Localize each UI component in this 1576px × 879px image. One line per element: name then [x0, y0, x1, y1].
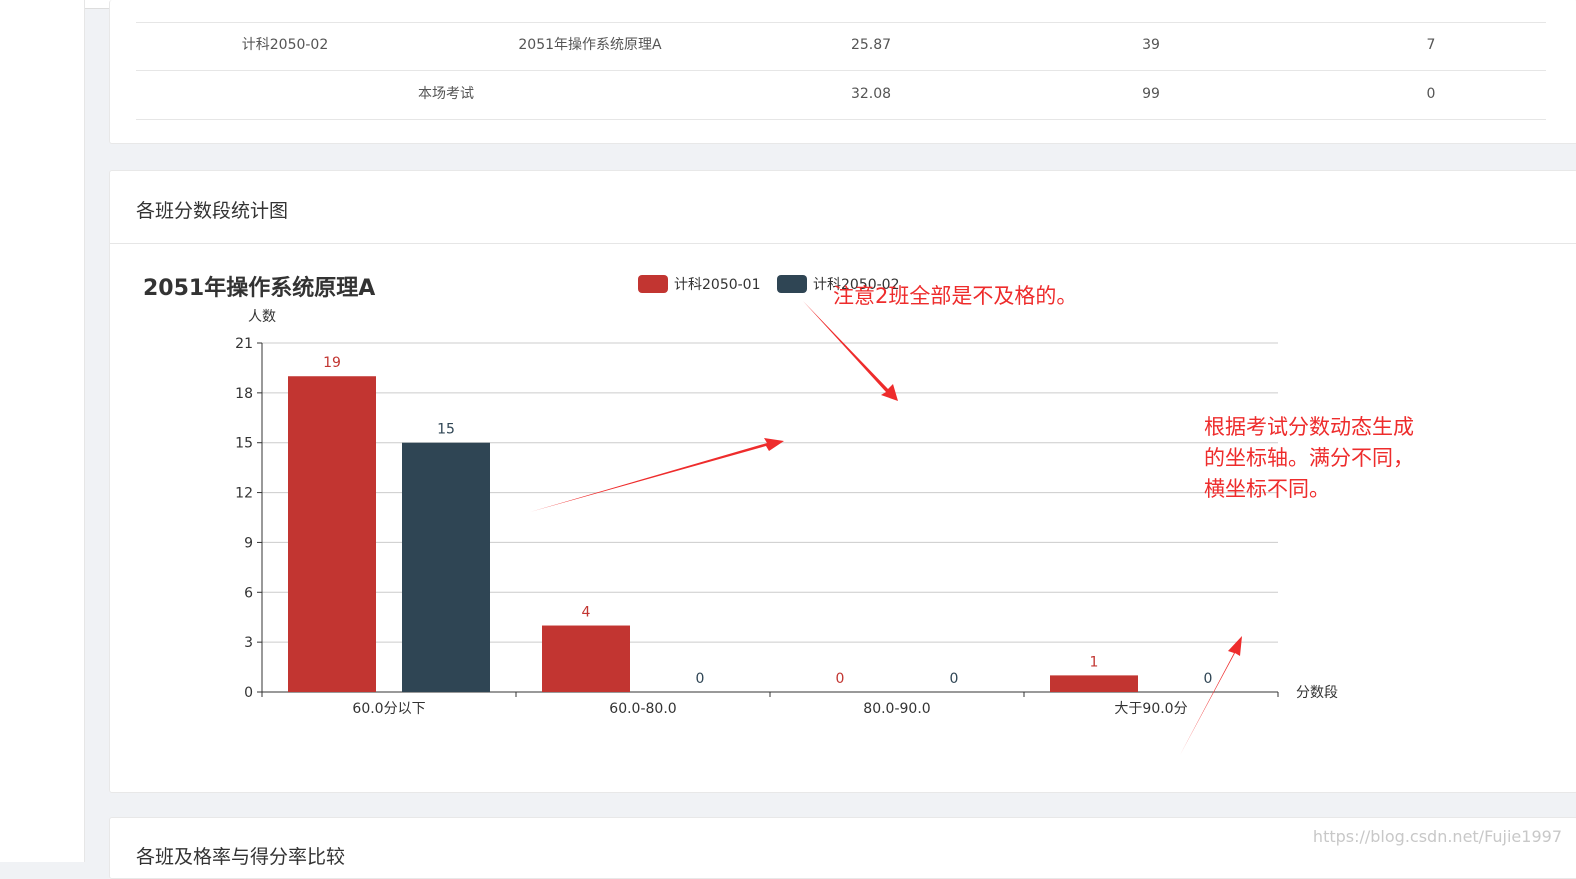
y-tick-label: 6 — [244, 585, 253, 601]
bar-value-label: 1 — [1090, 654, 1099, 670]
y-tick-label: 18 — [235, 386, 253, 402]
annotation-note-1: 注意2班全部是不及格的。 — [833, 284, 1078, 308]
annotation-line: 横坐标不同。 — [1204, 477, 1330, 501]
y-tick-label: 9 — [244, 535, 253, 551]
x-tick-label: 60.0-80.0 — [609, 701, 676, 717]
bar — [542, 625, 630, 692]
table-cell-pass: 0 — [1426, 86, 1436, 102]
y-tick-label: 15 — [235, 436, 253, 452]
bar — [1050, 675, 1138, 692]
table-row: 本场考试 32.08 99 0 — [136, 70, 1546, 120]
legend-label: 计科2050-01 — [674, 277, 761, 293]
y-tick-label: 12 — [235, 486, 253, 502]
bar-value-label: 0 — [1204, 671, 1213, 687]
watermark: https://blog.csdn.net/Fujie1997 — [1312, 827, 1562, 846]
table-cell-label: 本场考试 — [418, 86, 474, 102]
y-axis-label: 人数 — [248, 309, 276, 325]
table-cell-avg: 25.87 — [850, 37, 892, 53]
table-cell-count: 39 — [1142, 37, 1160, 53]
bar-value-label: 15 — [437, 422, 455, 438]
sidebar — [0, 0, 85, 862]
bar-value-label: 0 — [696, 671, 705, 687]
score-table-card: 计科2050-02 2051年操作系统原理A 25.87 39 7 本场考试 3… — [109, 0, 1576, 144]
table-row: 计科2050-02 2051年操作系统原理A 25.87 39 7 — [136, 21, 1546, 71]
y-tick-label: 21 — [235, 336, 253, 352]
bar-value-label: 4 — [582, 605, 591, 621]
table-row — [136, 0, 1546, 23]
bar-value-label: 0 — [950, 671, 959, 687]
legend-swatch — [777, 275, 807, 293]
table-cell-course: 2051年操作系统原理A — [518, 37, 662, 53]
chart-title: 2051年操作系统原理A — [143, 276, 376, 301]
x-tick-label: 大于90.0分 — [1114, 701, 1187, 717]
y-tick-label: 3 — [244, 635, 253, 651]
x-tick-label: 60.0分以下 — [352, 701, 425, 717]
y-tick-label: 0 — [244, 685, 253, 701]
table-cell-class: 计科2050-02 — [241, 37, 329, 53]
table-cell-avg: 32.08 — [850, 86, 892, 102]
annotation-line: 根据考试分数动态生成 — [1204, 415, 1414, 439]
table-cell-pass: 7 — [1426, 37, 1436, 53]
table-cell-count: 99 — [1142, 86, 1160, 102]
bar-value-label: 19 — [323, 355, 341, 371]
x-axis-label: 分数段 — [1296, 685, 1338, 701]
annotation-line: 的坐标轴。满分不同， — [1204, 446, 1414, 470]
legend-item-series-1[interactable]: 计科2050-01 — [638, 274, 761, 294]
card-title: 各班及格率与得分率比较 — [136, 846, 346, 868]
legend-swatch — [638, 275, 668, 293]
bar — [402, 442, 490, 692]
annotation-note-2: 根据考试分数动态生成 的坐标轴。满分不同， 横坐标不同。 — [1204, 412, 1464, 505]
bar-value-label: 0 — [836, 671, 845, 687]
x-tick-label: 80.0-90.0 — [863, 701, 930, 717]
bar — [288, 376, 376, 692]
